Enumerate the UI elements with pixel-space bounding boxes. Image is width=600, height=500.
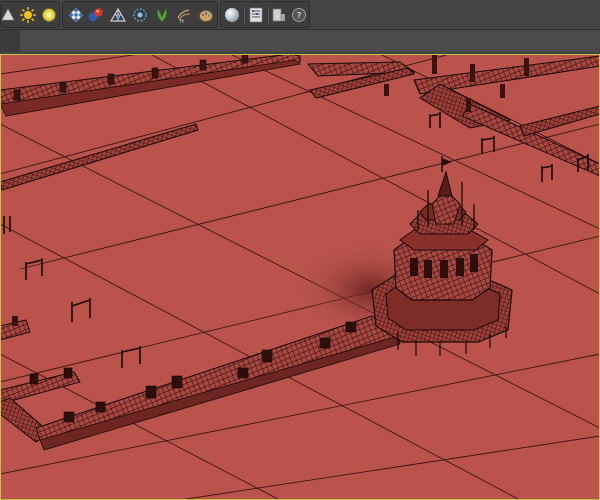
svg-text:?: ? — [297, 12, 302, 22]
svg-text:H: H — [180, 19, 184, 24]
uv-editor-icon[interactable] — [108, 5, 128, 25]
toolbar-group-render: ? — [220, 1, 310, 28]
paint-icon[interactable] — [196, 5, 216, 25]
help-icon[interactable]: ? — [289, 5, 309, 25]
viewport-header — [0, 30, 600, 54]
hair-icon[interactable]: H — [174, 5, 194, 25]
foliage-icon[interactable] — [152, 5, 172, 25]
toolbar-group-lights — [0, 1, 60, 28]
sun-light-icon[interactable] — [18, 5, 38, 25]
panel-edge — [0, 30, 20, 54]
sphere-light-icon[interactable] — [39, 5, 59, 25]
3d-viewport[interactable] — [0, 54, 600, 500]
toolbar: H ? — [0, 0, 600, 30]
render-frame-icon[interactable] — [269, 5, 289, 25]
wireframe-scene — [0, 54, 600, 500]
render-sphere-icon[interactable] — [222, 5, 242, 25]
render-settings-icon[interactable] — [246, 5, 266, 25]
checker-material-icon[interactable] — [66, 5, 86, 25]
toolbar-separator — [244, 7, 245, 24]
shader-ball-icon[interactable] — [86, 5, 106, 25]
cone-light-icon[interactable] — [0, 5, 18, 25]
particle-icon[interactable] — [130, 5, 150, 25]
toolbar-group-materials: H — [62, 1, 218, 28]
